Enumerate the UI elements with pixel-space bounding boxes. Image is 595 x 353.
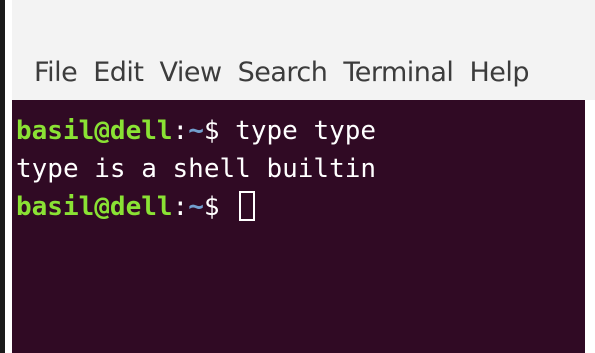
menu-file[interactable]: File [34, 57, 78, 88]
terminal-window: File Edit View Search Terminal Help basi… [0, 0, 595, 353]
output-text: type is a shell builtin [16, 154, 377, 184]
menu-terminal[interactable]: Terminal [343, 57, 454, 88]
prompt-symbol: $ [203, 192, 236, 222]
prompt-user-host: basil@dell [16, 116, 173, 146]
prompt-separator: : [172, 116, 189, 146]
terminal-line-command: basil@dell:~$ type type [16, 112, 585, 150]
prompt-user-host: basil@dell [16, 192, 173, 222]
menu-search[interactable]: Search [238, 57, 328, 88]
window-border [0, 0, 5, 353]
terminal-output[interactable]: basil@dell:~$ type type type is a shell … [12, 100, 585, 353]
terminal-line-prompt: basil@dell:~$ [16, 188, 585, 226]
terminal-line-output: type is a shell builtin [16, 150, 585, 188]
prompt-separator: : [172, 192, 189, 222]
prompt-path: ~ [188, 116, 204, 146]
command-text: type type [235, 116, 377, 146]
menu-help[interactable]: Help [469, 57, 529, 88]
menu-view[interactable]: View [159, 57, 222, 88]
menu-bar: File Edit View Search Terminal Help [12, 0, 595, 100]
text-cursor [239, 191, 256, 221]
prompt-symbol: $ [203, 116, 236, 146]
menu-edit[interactable]: Edit [93, 57, 144, 88]
prompt-path: ~ [188, 192, 204, 222]
